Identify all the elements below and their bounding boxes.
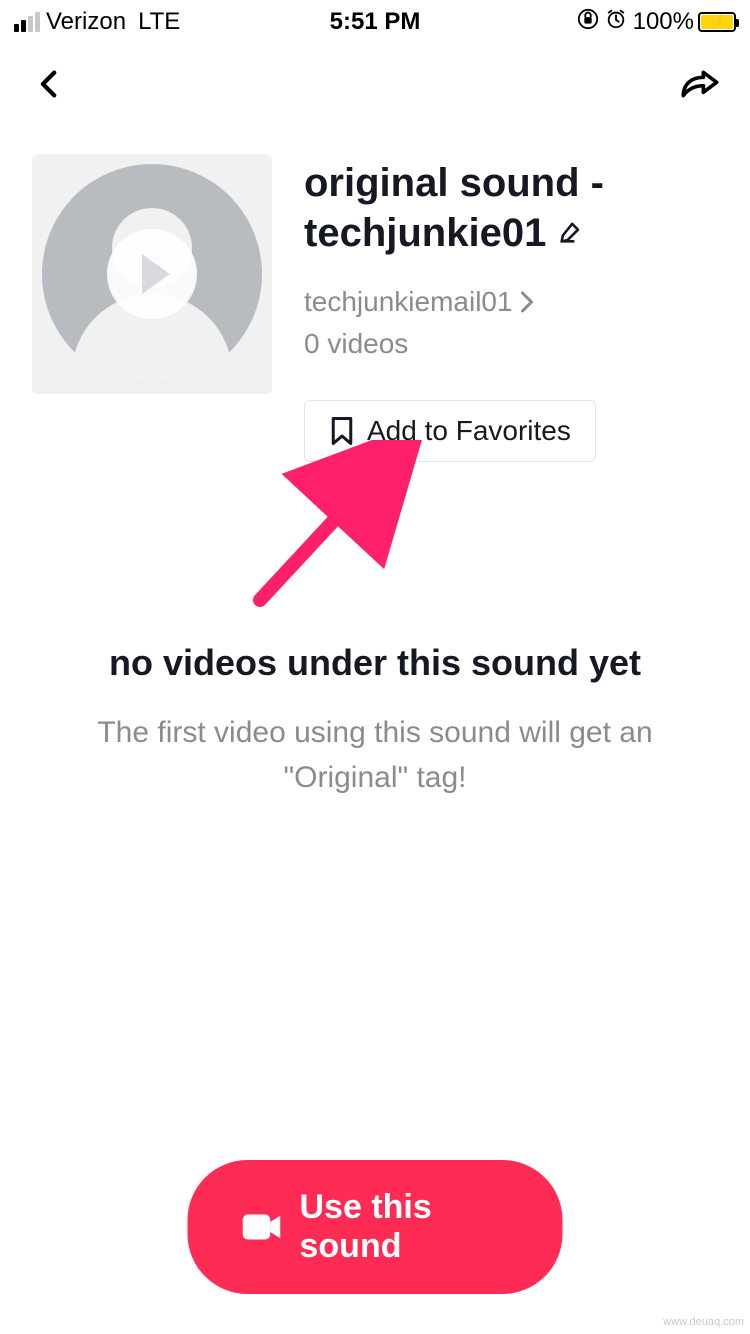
status-left: Verizon LTE <box>14 8 180 36</box>
video-camera-icon <box>242 1212 282 1242</box>
bookmark-icon <box>329 416 355 446</box>
sound-meta: original sound - techjunkie01 techjunkie… <box>304 154 718 462</box>
annotation-arrow <box>240 440 440 625</box>
play-button[interactable] <box>107 229 197 319</box>
chevron-left-icon <box>33 67 67 101</box>
add-to-favorites-label: Add to Favorites <box>367 415 571 447</box>
charging-icon: ⚡ <box>708 14 725 31</box>
video-count-label: 0 videos <box>304 328 718 360</box>
sound-cover[interactable] <box>32 154 272 394</box>
empty-state-subtitle: The first video using this sound will ge… <box>60 710 690 800</box>
use-this-sound-label: Use this sound <box>300 1188 509 1266</box>
signal-strength-icon <box>14 12 40 32</box>
orientation-lock-icon <box>577 8 599 37</box>
battery-indicator: 100% ⚡ <box>633 8 736 36</box>
use-this-sound-button[interactable]: Use this sound <box>188 1160 563 1294</box>
empty-state-title: no videos under this sound yet <box>60 642 690 684</box>
share-arrow-icon <box>680 66 720 102</box>
nav-bar <box>0 44 750 124</box>
empty-state: no videos under this sound yet The first… <box>0 642 750 800</box>
back-button[interactable] <box>30 64 70 104</box>
carrier-label: Verizon <box>46 8 126 36</box>
sound-author-link[interactable]: techjunkiemail01 <box>304 286 718 318</box>
watermark: www.deuaq.com <box>663 1316 744 1328</box>
battery-percent-label: 100% <box>633 8 694 36</box>
edit-title-button[interactable] <box>557 218 585 251</box>
play-icon <box>142 254 170 294</box>
pencil-icon <box>557 218 585 246</box>
add-to-favorites-button[interactable]: Add to Favorites <box>304 400 596 462</box>
share-button[interactable] <box>680 64 720 104</box>
sound-header: original sound - techjunkie01 techjunkie… <box>0 124 750 462</box>
sound-author-label: techjunkiemail01 <box>304 286 513 318</box>
chevron-right-icon <box>519 290 535 314</box>
network-type-label: LTE <box>138 8 180 36</box>
clock: 5:51 PM <box>330 8 421 36</box>
status-right: 100% ⚡ <box>577 8 736 37</box>
status-bar: Verizon LTE 5:51 PM 100% ⚡ <box>0 0 750 44</box>
alarm-icon <box>605 8 627 37</box>
